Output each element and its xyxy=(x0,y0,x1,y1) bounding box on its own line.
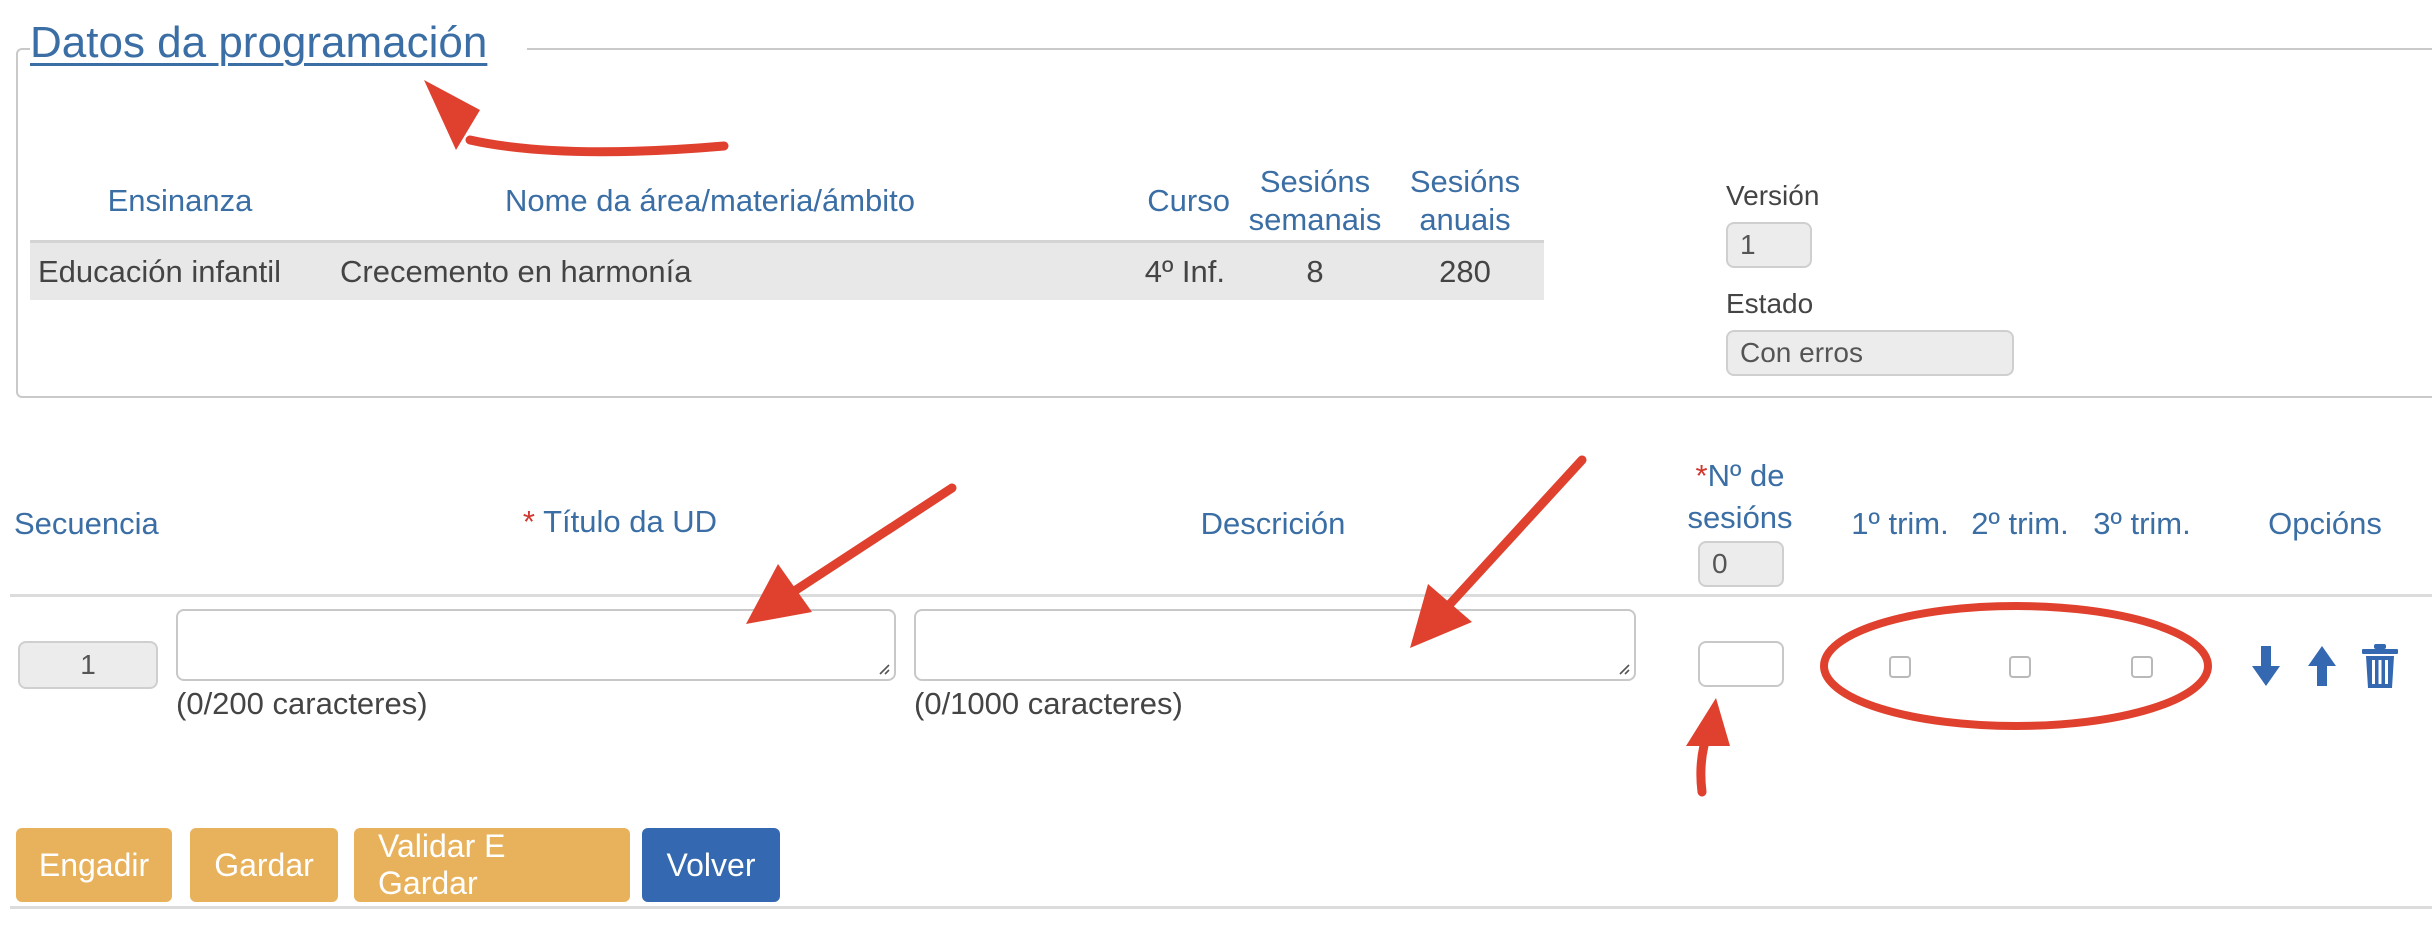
header-descricion: Descrición xyxy=(1200,506,1346,541)
estado-label: Estado xyxy=(1726,288,1814,319)
trim-1-checkbox[interactable] xyxy=(1889,656,1911,678)
annotation-arrowhead-sesions xyxy=(1686,698,1730,746)
estado-field: Con erros xyxy=(1726,330,2014,376)
header-trim-1: 1º trim. xyxy=(1851,506,1949,541)
course-table-header-rule xyxy=(30,240,1544,243)
cell-curso: 4º Inf. xyxy=(1144,254,1225,289)
version-field: 1 xyxy=(1726,222,1812,268)
legend-divider xyxy=(548,48,2432,50)
descricion-textarea[interactable] xyxy=(914,609,1636,681)
cell-nome-area: Crecemento en harmonía xyxy=(340,254,692,289)
secuencia-field: 1 xyxy=(18,641,158,689)
version-label: Versión xyxy=(1726,180,1820,211)
header-ensinanza: Ensinanza xyxy=(107,183,253,218)
header-opcions: Opcións xyxy=(2268,506,2382,541)
resize-grip-icon[interactable] xyxy=(1616,661,1630,675)
arrow-up-icon[interactable] xyxy=(2306,644,2338,688)
annotation-arrow-descricion xyxy=(1445,455,1587,609)
descricion-counter: (0/1000 caracteres) xyxy=(914,686,1183,721)
required-marker: * xyxy=(1695,458,1708,493)
section-legend: Datos da programación xyxy=(30,18,528,68)
trash-icon[interactable] xyxy=(2360,642,2400,690)
arrow-down-icon[interactable] xyxy=(2250,644,2282,688)
header-nome-area: Nome da área/materia/ámbito xyxy=(504,183,916,218)
gardar-button[interactable]: Gardar xyxy=(190,828,338,902)
cell-sesions-semanais: 8 xyxy=(1306,254,1324,289)
header-trim-3: 3º trim. xyxy=(2093,506,2191,541)
header-separator xyxy=(10,594,2432,597)
trim-3-checkbox[interactable] xyxy=(2131,656,2153,678)
header-sesions-anuais: Sesións anuais xyxy=(1409,164,1521,237)
header-secuencia: Secuencia xyxy=(14,506,159,541)
titulo-ud-textarea[interactable] xyxy=(176,609,896,681)
resize-grip-icon[interactable] xyxy=(876,661,890,675)
header-sesions-semanais: Sesións semanais xyxy=(1248,164,1382,237)
engadir-button[interactable]: Engadir xyxy=(16,828,172,902)
programacion-fieldset xyxy=(16,48,2432,398)
cell-sesions-anuais: 280 xyxy=(1439,254,1491,289)
volver-button[interactable]: Volver xyxy=(642,828,780,902)
annotation-arrow-sesions xyxy=(1696,727,1713,797)
num-sesions-input[interactable] xyxy=(1698,641,1784,687)
trim-2-checkbox[interactable] xyxy=(2009,656,2031,678)
header-num-sesions: *Nº de sesións xyxy=(1687,458,1793,535)
header-titulo-ud: * Título da UD xyxy=(522,504,718,539)
cell-ensinanza: Educación infantil xyxy=(38,254,281,289)
required-marker: * xyxy=(522,504,535,539)
validar-gardar-button[interactable]: Validar E Gardar xyxy=(354,828,630,902)
header-curso: Curso xyxy=(1147,183,1230,218)
titulo-counter: (0/200 caracteres) xyxy=(176,686,428,721)
header-trim-2: 2º trim. xyxy=(1971,506,2069,541)
sesions-total-field: 0 xyxy=(1698,541,1784,587)
footer-separator xyxy=(10,906,2432,909)
